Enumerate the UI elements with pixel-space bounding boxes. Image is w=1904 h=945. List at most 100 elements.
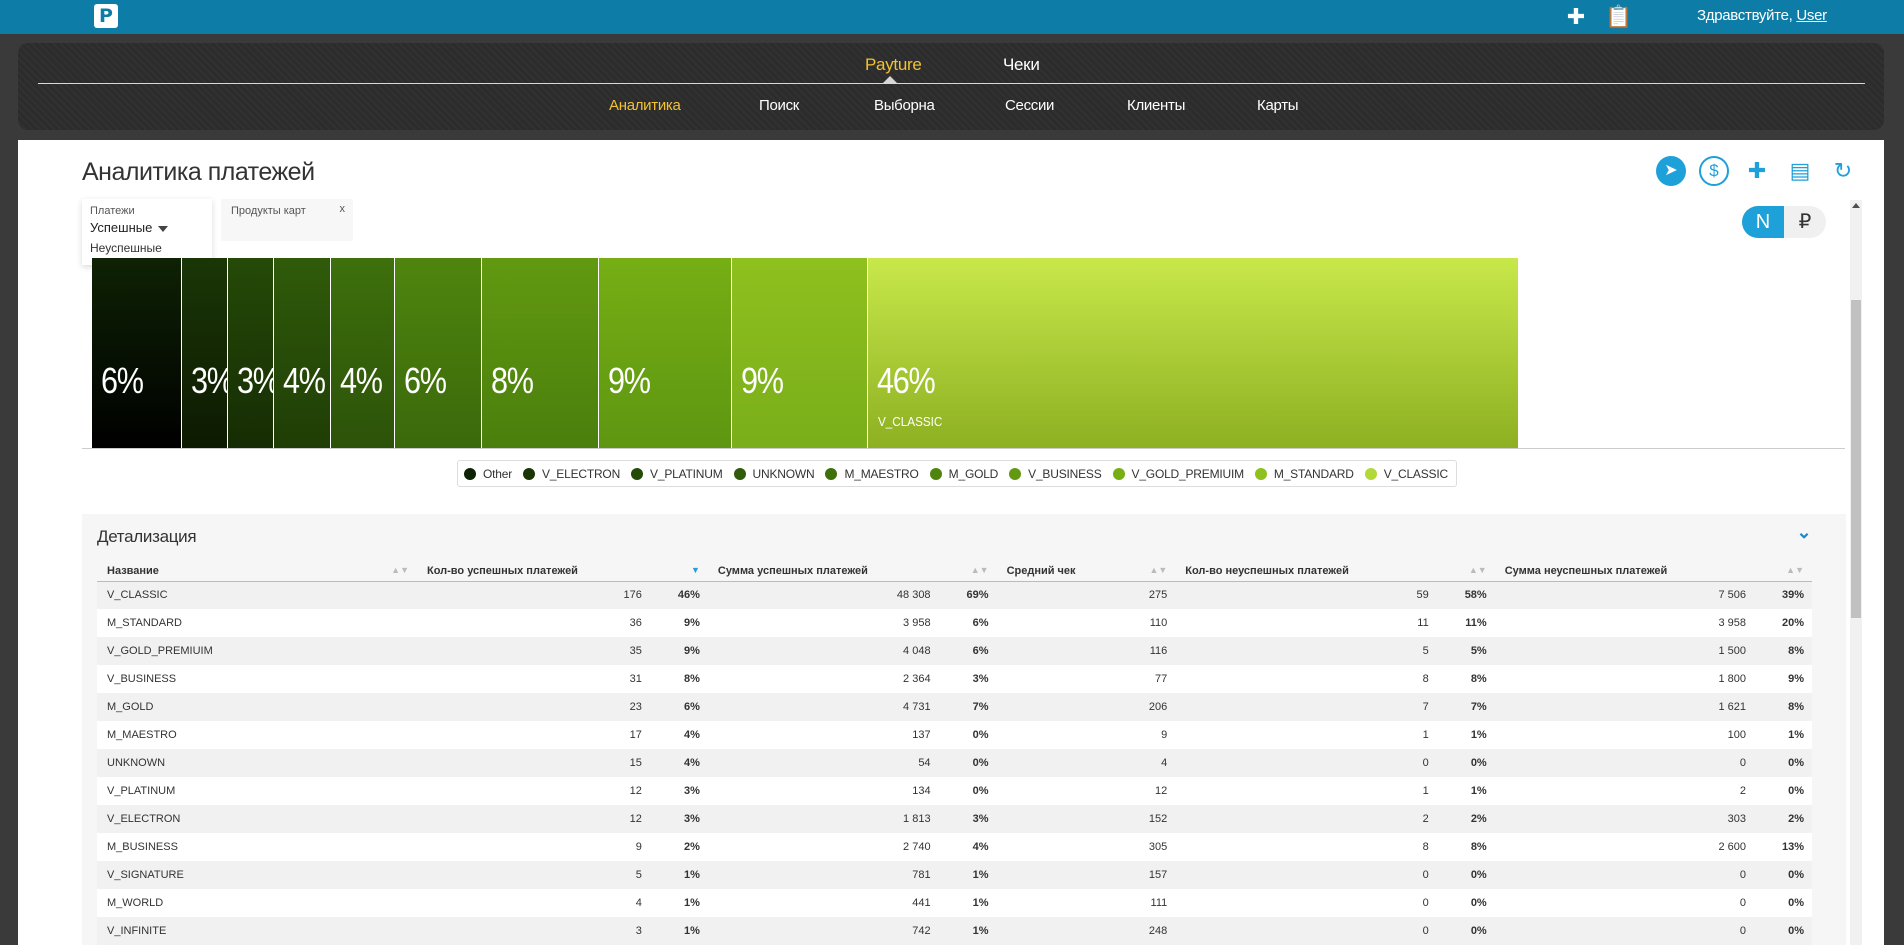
table-row[interactable]: V_CLASSIC 176 46% 48 308 69% 275 59 58% 7 506 39% bbox=[97, 581, 1812, 609]
legend-item[interactable]: V_ELECTRON bbox=[523, 467, 620, 481]
table-row[interactable]: M_GOLD 23 6% 4 731 7% 206 7 7% 1 621 8% bbox=[97, 693, 1812, 721]
cell-fail-sum-pct: 9% bbox=[1754, 665, 1812, 693]
legend-item[interactable]: Other bbox=[464, 467, 512, 481]
count-sum-toggle[interactable]: N ₽ bbox=[1742, 206, 1826, 238]
nav-tab-receipts[interactable]: Чеки bbox=[1003, 55, 1040, 75]
subnav-cards[interactable]: Карты bbox=[1257, 97, 1299, 114]
cell-succ-count-pct: 1% bbox=[649, 917, 708, 945]
cell-fail-count: 0 bbox=[1175, 749, 1437, 777]
cell-fail-sum: 303 bbox=[1494, 805, 1754, 833]
cell-succ-sum: 2 364 bbox=[707, 665, 939, 693]
clear-filter-icon[interactable]: x bbox=[340, 203, 346, 215]
table-row[interactable]: V_PLATINUM 12 3% 134 0% 12 1 1% 2 0% bbox=[97, 777, 1812, 805]
subnav-analytics[interactable]: Аналитика bbox=[609, 97, 681, 114]
details-table: Название ▲▼ Кол-во успешных платежей ▼ Сум… bbox=[97, 561, 1812, 945]
treemap-tile[interactable]: 46% V_CLASSIC bbox=[868, 258, 1519, 448]
legend-item[interactable]: V_BUSINESS bbox=[1009, 467, 1102, 481]
subnav-sessions[interactable]: Сессии bbox=[1005, 97, 1054, 114]
col-success-count-label: Кол-во успешных платежей bbox=[427, 564, 578, 577]
col-fail-count[interactable]: Кол-во неуспешных платежей ▲▼ bbox=[1175, 561, 1495, 582]
cell-fail-count: 59 bbox=[1175, 581, 1437, 609]
sort-icon[interactable]: ▲▼ bbox=[1469, 565, 1487, 575]
table-row[interactable]: UNKNOWN 15 4% 54 0% 4 0 0% 0 0% bbox=[97, 749, 1812, 777]
scroll-up-arrow[interactable] bbox=[1852, 203, 1860, 208]
legend-item[interactable]: M_MAESTRO bbox=[825, 466, 919, 481]
table-row[interactable]: V_GOLD_PREMIUIM 35 9% 4 048 6% 116 5 5% 1 500 8% bbox=[97, 637, 1812, 665]
cell-succ-count: 5 bbox=[417, 861, 650, 889]
treemap-tile[interactable]: 4% bbox=[274, 258, 331, 448]
cell-succ-sum: 1 813 bbox=[707, 805, 939, 833]
sort-icon[interactable]: ▲▼ bbox=[971, 565, 989, 575]
treemap-tile[interactable]: 3% bbox=[228, 258, 274, 448]
legend-item[interactable]: V_GOLD_PREMIUIM bbox=[1112, 467, 1244, 481]
legend-label: V_ELECTRON bbox=[542, 466, 621, 481]
legend-item[interactable]: UNKNOWN bbox=[733, 467, 815, 481]
cell-fail-sum-pct: 0% bbox=[1754, 749, 1812, 777]
nav-tab-payture[interactable]: Payture bbox=[865, 55, 922, 75]
doctor-plus-icon[interactable]: ✚ bbox=[1563, 4, 1589, 30]
col-fail-sum[interactable]: Сумма неуспешных платежей ▲▼ bbox=[1494, 561, 1812, 582]
treemap-tile[interactable]: 9% bbox=[599, 258, 732, 448]
cell-fail-sum: 2 bbox=[1494, 777, 1754, 805]
table-row[interactable]: V_ELECTRON 12 3% 1 813 3% 152 2 2% 303 2% bbox=[97, 805, 1812, 833]
subnav-selection[interactable]: Выборна bbox=[874, 97, 935, 114]
legend-label: V_PLATINUM bbox=[650, 466, 723, 481]
sort-icon[interactable]: ▲▼ bbox=[391, 565, 409, 575]
legend-label: M_MAESTRO bbox=[844, 466, 919, 481]
table-row[interactable]: M_MAESTRO 17 4% 137 0% 9 1 1% 100 1% bbox=[97, 721, 1812, 749]
payture-logo[interactable]: P bbox=[94, 4, 118, 28]
cell-succ-count: 15 bbox=[417, 749, 650, 777]
toggle-count[interactable]: N bbox=[1742, 206, 1784, 238]
clipboard-icon[interactable]: 📋 bbox=[1605, 4, 1632, 30]
medical-dollar-icon[interactable]: ✚ bbox=[1742, 156, 1772, 186]
payments-option-failed[interactable]: Неуспешные bbox=[90, 241, 204, 255]
col-average[interactable]: Средний чек ▲▼ bbox=[996, 561, 1176, 582]
table-header-row: Название ▲▼ Кол-во успешных платежей ▼ Сум… bbox=[97, 561, 1812, 582]
treemap-tile[interactable]: 9% bbox=[732, 258, 868, 448]
subnav-search[interactable]: Поиск bbox=[759, 97, 799, 114]
table-row[interactable]: V_INFINITE 3 1% 742 1% 248 0 0% 0 0% bbox=[97, 917, 1812, 945]
treemap-tile[interactable]: 8% bbox=[482, 258, 599, 448]
col-success-sum[interactable]: Сумма успешных платежей ▲▼ bbox=[707, 561, 997, 582]
cell-fail-count-pct: 11% bbox=[1436, 609, 1495, 637]
table-row[interactable]: V_SIGNATURE 5 1% 781 1% 157 0 0% 0 0% bbox=[97, 861, 1812, 889]
col-name-label: Название bbox=[107, 564, 159, 577]
toggle-sum[interactable]: ₽ bbox=[1784, 206, 1826, 238]
send-icon[interactable]: ➤ bbox=[1656, 156, 1686, 186]
refresh-icon[interactable]: ↻ bbox=[1828, 156, 1858, 186]
sort-icon[interactable]: ▲▼ bbox=[1149, 565, 1167, 575]
cell-avg: 110 bbox=[996, 609, 1176, 637]
scrollbar-thumb[interactable] bbox=[1851, 300, 1861, 618]
col-name[interactable]: Название ▲▼ bbox=[97, 561, 417, 582]
card-products-filter[interactable]: Продукты карт x bbox=[221, 199, 353, 241]
table-row[interactable]: M_STANDARD 36 9% 3 958 6% 110 11 11% 3 958 20% bbox=[97, 609, 1812, 637]
treemap-tile[interactable]: 4% bbox=[331, 258, 395, 448]
cell-avg: 157 bbox=[996, 861, 1176, 889]
cell-avg: 152 bbox=[996, 805, 1176, 833]
treemap-tile[interactable]: 3% bbox=[182, 258, 228, 448]
collapse-chevron-icon[interactable]: ⌄ bbox=[1794, 522, 1814, 542]
sort-icon[interactable]: ▲▼ bbox=[1786, 565, 1804, 575]
dollar-icon[interactable]: $ bbox=[1699, 156, 1729, 186]
legend-item[interactable]: M_STANDARD bbox=[1254, 467, 1354, 481]
sort-desc-icon[interactable]: ▼ bbox=[691, 565, 700, 575]
table-row[interactable]: M_BUSINESS 9 2% 2 740 4% 305 8 8% 2 600 13% bbox=[97, 833, 1812, 861]
cell-avg: 248 bbox=[996, 917, 1176, 945]
col-success-count[interactable]: Кол-во успешных платежей ▼ bbox=[417, 561, 708, 582]
active-tab-indicator bbox=[883, 76, 897, 83]
payments-filter-value[interactable]: Успешные bbox=[90, 220, 204, 235]
receipt-icon[interactable]: ▤ bbox=[1785, 156, 1815, 186]
table-row[interactable]: V_BUSINESS 31 8% 2 364 3% 77 8 8% 1 800 9% bbox=[97, 665, 1812, 693]
treemap-tile[interactable]: 6% bbox=[395, 258, 482, 448]
table-row[interactable]: M_WORLD 4 1% 441 1% 111 0 0% 0 0% bbox=[97, 889, 1812, 917]
legend-item[interactable]: V_CLASSIC bbox=[1364, 467, 1448, 481]
subnav-clients[interactable]: Клиенты bbox=[1127, 97, 1185, 114]
cell-succ-sum: 2 740 bbox=[707, 833, 939, 861]
cell-succ-sum: 4 048 bbox=[707, 637, 939, 665]
legend-item[interactable]: M_GOLD bbox=[929, 467, 998, 481]
user-link[interactable]: User bbox=[1796, 7, 1827, 24]
legend-item[interactable]: V_PLATINUM bbox=[631, 466, 723, 481]
tile-percent: 4% bbox=[283, 360, 326, 401]
treemap-tile[interactable]: 6% bbox=[92, 258, 182, 448]
payments-filter[interactable]: Платежи Успешные Неуспешные bbox=[82, 199, 212, 265]
